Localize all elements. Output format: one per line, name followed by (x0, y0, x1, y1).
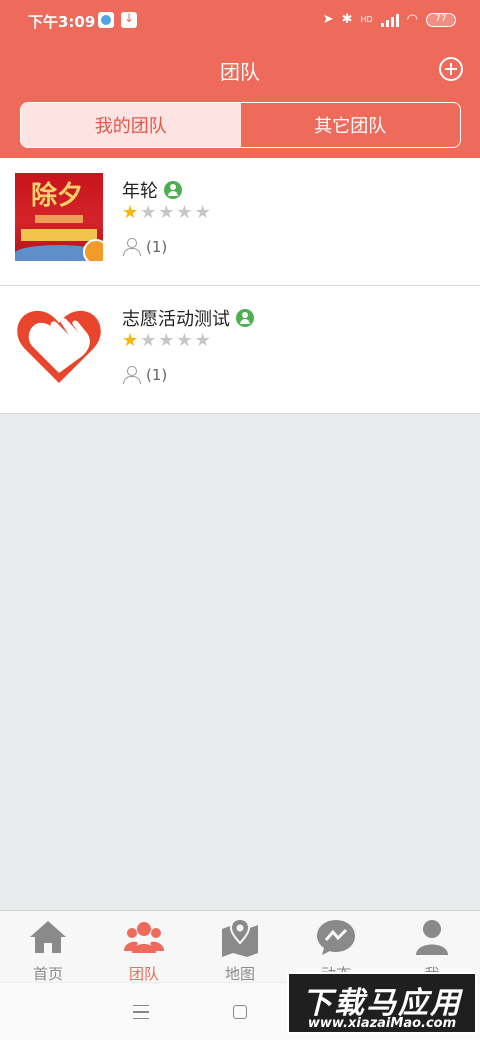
volunteer-heart-hand-icon (17, 310, 101, 383)
star-icon: ★ (158, 202, 175, 223)
status-bar: 下午3:09 ➤ ✱ HD ◠ 77 (0, 0, 480, 42)
team-icon (124, 922, 164, 953)
tab-map[interactable]: 地图 (192, 911, 288, 983)
status-time: 下午3:09 (28, 13, 96, 31)
team-avatar (15, 301, 103, 389)
star-icon: ★ (140, 202, 157, 223)
tab-label: 团队 (128, 965, 159, 983)
add-team-button[interactable] (439, 57, 463, 81)
home-icon (30, 921, 66, 953)
rating-stars: ★ ★ ★ ★ ★ (122, 203, 211, 223)
tab-team[interactable]: 团队 (96, 911, 192, 983)
star-icon: ★ (176, 202, 193, 223)
team-list: 除夕 年轮 ★ ★ ★ ★ ★ (1) 志愿活动测试 ★ ★ ★ ★ ★ (1) (0, 158, 480, 414)
network-type: HD (360, 15, 373, 24)
member-count-row: (1) (122, 238, 167, 256)
tab-my-teams[interactable]: 我的团队 (21, 103, 241, 147)
location-icon: ➤ (322, 12, 334, 27)
tab-home[interactable]: 首页 (0, 911, 96, 983)
status-icons: ➤ ✱ HD ◠ 77 (323, 10, 456, 30)
team-segment-control: 我的团队 其它团队 (20, 102, 461, 148)
team-list-item[interactable]: 志愿活动测试 ★ ★ ★ ★ ★ (1) (0, 286, 480, 414)
wifi-icon: ◠ (406, 12, 418, 27)
notification-app-icon (98, 12, 114, 28)
battery-icon: 77 (426, 13, 456, 27)
star-icon: ★ (194, 330, 211, 351)
team-list-item[interactable]: 除夕 年轮 ★ ★ ★ ★ ★ (1) (0, 158, 480, 286)
person-icon (122, 238, 141, 256)
star-icon: ★ (140, 330, 157, 351)
team-name: 志愿活动测试 (122, 309, 230, 330)
team-name-row: 志愿活动测试 (122, 305, 254, 331)
profile-icon (416, 920, 448, 955)
tab-label: 地图 (224, 965, 255, 983)
member-count: (1) (146, 366, 168, 384)
star-icon: ★ (122, 202, 139, 223)
team-name-row: 年轮 (122, 177, 182, 203)
tab-other-teams[interactable]: 其它团队 (241, 103, 461, 147)
rating-stars: ★ ★ ★ ★ ★ (122, 331, 211, 351)
watermark-logo: 下载马应用 www.xiazaiMao.com (287, 972, 477, 1034)
tab-label: 首页 (32, 965, 63, 983)
star-icon: ★ (158, 330, 175, 351)
member-count-row: (1) (122, 366, 167, 384)
star-icon: ★ (122, 330, 139, 351)
verified-user-icon (236, 309, 254, 327)
member-count: (1) (146, 238, 168, 256)
menu-icon[interactable] (133, 1005, 149, 1019)
map-icon (222, 917, 258, 957)
team-name: 年轮 (122, 181, 158, 202)
star-icon: ★ (176, 330, 193, 351)
header: 下午3:09 ➤ ✱ HD ◠ 77 团队 我的团队 其它团队 (0, 0, 480, 158)
message-icon (317, 920, 355, 955)
new-year-poster-image: 除夕 (15, 173, 103, 261)
bluetooth-icon: ✱ (341, 12, 353, 27)
download-notification-icon (121, 11, 137, 28)
verified-user-icon (164, 181, 182, 199)
team-avatar: 除夕 (15, 173, 103, 261)
person-icon (122, 366, 141, 384)
star-icon: ★ (194, 202, 211, 223)
watermark-url: www.xiazaiMao.com (307, 1016, 457, 1031)
signal-icon (380, 13, 399, 27)
page-title: 团队 (220, 60, 260, 84)
home-button-icon[interactable] (233, 1005, 247, 1019)
